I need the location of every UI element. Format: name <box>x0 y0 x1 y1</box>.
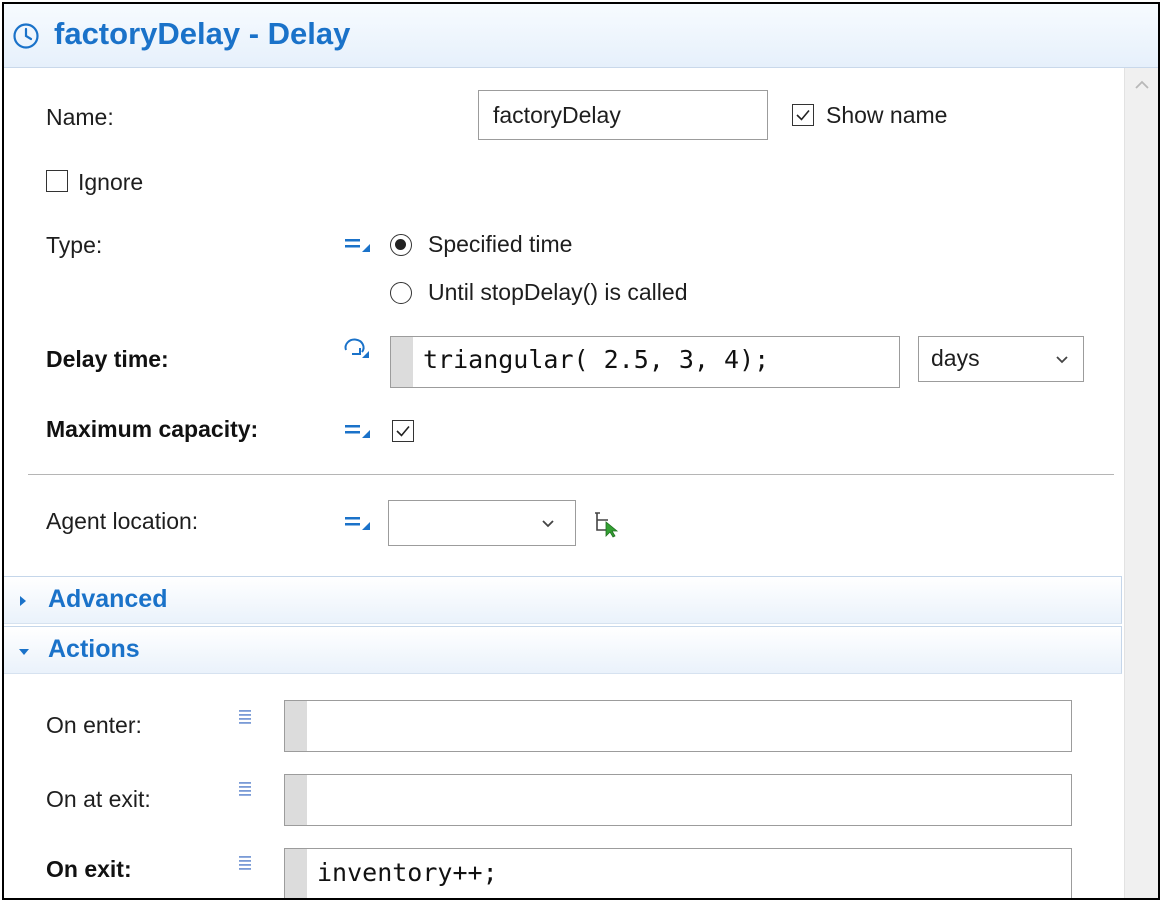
type-until-stop-radio[interactable] <box>390 282 412 304</box>
ignore-checkbox[interactable] <box>46 170 68 192</box>
static-value-icon[interactable] <box>344 422 370 440</box>
agent-location-select[interactable] <box>388 500 576 546</box>
panel-header: factoryDelay - Delay <box>4 4 1158 68</box>
delay-time-unit-select[interactable]: days <box>918 336 1084 382</box>
static-value-icon[interactable] <box>344 236 370 254</box>
chevron-down-icon <box>19 649 29 655</box>
on-exit-field[interactable]: inventory++; <box>284 848 1072 898</box>
code-gutter <box>391 337 413 387</box>
show-name-checkbox[interactable] <box>792 104 814 126</box>
chevron-right-icon <box>20 596 26 606</box>
checkmark-icon <box>396 425 410 437</box>
advanced-section-header[interactable]: Advanced <box>4 576 1122 624</box>
chevron-down-icon <box>542 520 554 528</box>
code-field-icon <box>239 782 251 796</box>
actions-section-header[interactable]: Actions <box>4 626 1122 674</box>
delay-time-field[interactable]: triangular( 2.5, 3, 4); <box>390 336 900 388</box>
name-label: Name: <box>46 104 114 130</box>
advanced-section-title: Advanced <box>48 585 168 613</box>
clock-icon <box>13 23 39 49</box>
on-exit-label: On exit: <box>46 856 132 882</box>
code-field-icon <box>239 856 251 870</box>
agent-location-label: Agent location: <box>46 508 199 534</box>
on-at-exit-label: On at exit: <box>46 786 151 812</box>
section-divider <box>28 474 1114 475</box>
select-node-icon[interactable] <box>592 510 620 538</box>
delay-time-expression: triangular( 2.5, 3, 4); <box>423 345 770 374</box>
delay-time-label: Delay time: <box>46 346 169 372</box>
dynamic-value-icon[interactable] <box>340 336 370 360</box>
vertical-scrollbar[interactable] <box>1124 68 1158 898</box>
chevron-up-icon[interactable] <box>1133 76 1151 94</box>
type-specified-time-radio[interactable] <box>390 234 412 256</box>
static-value-icon[interactable] <box>344 514 370 532</box>
code-gutter <box>285 849 307 898</box>
type-until-stop-label: Until stopDelay() is called <box>428 279 688 305</box>
type-label: Type: <box>46 232 103 258</box>
panel-title: factoryDelay - Delay <box>54 16 351 51</box>
on-enter-field[interactable] <box>284 700 1072 752</box>
ignore-label: Ignore <box>78 169 144 195</box>
on-exit-code: inventory++; <box>317 858 498 887</box>
properties-panel: factoryDelay - Delay Name: factoryDelay … <box>2 2 1160 900</box>
show-name-label: Show name <box>826 102 948 128</box>
type-specified-time-label: Specified time <box>428 231 573 257</box>
on-at-exit-field[interactable] <box>284 774 1072 826</box>
code-gutter <box>285 701 307 751</box>
chevron-down-icon <box>1056 356 1068 364</box>
delay-time-unit-value: days <box>931 345 980 371</box>
max-capacity-label: Maximum capacity: <box>46 416 259 442</box>
max-capacity-checkbox[interactable] <box>392 420 414 442</box>
name-input[interactable]: factoryDelay <box>478 90 768 140</box>
code-field-icon <box>239 710 251 724</box>
code-gutter <box>285 775 307 825</box>
checkmark-icon <box>796 109 810 121</box>
actions-section-title: Actions <box>48 635 140 663</box>
on-enter-label: On enter: <box>46 712 142 738</box>
